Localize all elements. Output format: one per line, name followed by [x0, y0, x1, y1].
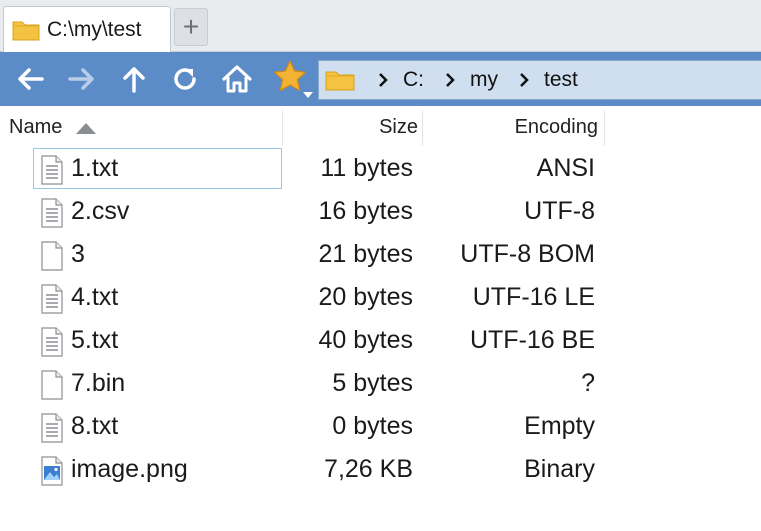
- back-button[interactable]: [12, 61, 48, 97]
- file-size: 21 bytes: [318, 240, 413, 268]
- file-name: 1.txt: [71, 154, 119, 182]
- file-size: 20 bytes: [318, 283, 413, 311]
- file-encoding: ANSI: [536, 154, 595, 182]
- text-file-icon: [41, 413, 63, 443]
- chevron-right-icon[interactable]: [375, 72, 391, 88]
- column-divider[interactable]: [604, 110, 605, 146]
- back-arrow-icon: [18, 68, 44, 90]
- column-header-encoding[interactable]: Encoding: [423, 106, 598, 148]
- file-encoding: ?: [581, 369, 595, 397]
- folder-icon: [12, 21, 40, 40]
- breadcrumb-test[interactable]: test: [544, 68, 578, 92]
- up-arrow-icon: [123, 67, 145, 93]
- file-name: 3: [71, 240, 85, 268]
- breadcrumb-my[interactable]: my: [470, 68, 498, 92]
- file-name: 5.txt: [71, 326, 119, 354]
- file-size: 40 bytes: [318, 326, 413, 354]
- column-header-size[interactable]: Size: [283, 106, 418, 148]
- file-encoding: Empty: [524, 412, 595, 440]
- chevron-right-icon[interactable]: [516, 72, 532, 88]
- text-file-icon: [41, 284, 63, 314]
- blank-file-icon: [41, 370, 63, 400]
- file-encoding: Binary: [524, 455, 595, 483]
- file-size: 16 bytes: [318, 197, 413, 225]
- file-list: 1.txt 11 bytes ANSI 2.csv 16 bytes UTF-8 3 21 b…: [0, 148, 761, 531]
- file-name: 2.csv: [71, 197, 130, 225]
- forward-arrow-icon: [68, 68, 94, 90]
- new-tab-button[interactable]: +: [174, 8, 208, 46]
- column-header-name[interactable]: Name: [9, 106, 279, 148]
- favorites-button[interactable]: [270, 60, 316, 98]
- file-name: 4.txt: [71, 283, 119, 311]
- column-encoding-label: Encoding: [514, 115, 598, 138]
- file-row[interactable]: 7.bin 5 bytes?: [0, 363, 761, 406]
- file-name: 7.bin: [71, 369, 126, 397]
- toolbar: C: my test: [0, 52, 761, 106]
- file-row[interactable]: 5.txt 40 bytes UTF-16 BE: [0, 320, 761, 363]
- file-row[interactable]: 2.csv 16 bytes UTF-8: [0, 191, 761, 234]
- image-file-icon: [41, 456, 63, 486]
- file-size: 0 bytes: [332, 412, 413, 440]
- file-encoding: UTF-8: [524, 197, 595, 225]
- up-button[interactable]: [116, 61, 152, 97]
- star-icon: [273, 60, 313, 98]
- breadcrumb-drive[interactable]: C:: [403, 68, 424, 92]
- file-encoding: UTF-16 LE: [472, 283, 595, 311]
- file-row[interactable]: image.png 7,26 KB Binary: [0, 449, 761, 492]
- column-headers: Name Size Encoding: [0, 106, 761, 148]
- text-file-icon: [41, 327, 63, 357]
- file-size: 11 bytes: [320, 154, 413, 182]
- tab-strip: C:\my\test +: [0, 0, 761, 52]
- file-name: 8.txt: [71, 412, 119, 440]
- tab-title: C:\my\test: [47, 17, 142, 41]
- home-button[interactable]: [219, 61, 255, 97]
- address-bar[interactable]: C: my test: [318, 60, 761, 100]
- file-row[interactable]: 3 21 bytes UTF-8 BOM: [0, 234, 761, 277]
- file-size: 5 bytes: [332, 369, 413, 397]
- file-row[interactable]: 8.txt 0 bytes Empty: [0, 406, 761, 449]
- column-name-label: Name: [9, 115, 63, 138]
- text-file-icon: [41, 155, 63, 185]
- folder-icon: [325, 71, 355, 91]
- refresh-icon: [174, 68, 196, 90]
- text-file-icon: [41, 198, 63, 228]
- home-icon: [222, 65, 252, 93]
- refresh-button[interactable]: [167, 61, 203, 97]
- sort-ascending-icon: [76, 122, 97, 134]
- file-name: image.png: [71, 455, 188, 483]
- blank-file-icon: [41, 241, 63, 271]
- chevron-right-icon[interactable]: [442, 72, 458, 88]
- forward-button[interactable]: [64, 61, 100, 97]
- file-row[interactable]: 4.txt 20 bytes UTF-16 LE: [0, 277, 761, 320]
- file-encoding: UTF-16 BE: [469, 326, 595, 354]
- tab-current-folder[interactable]: C:\my\test: [3, 6, 171, 52]
- file-row[interactable]: 1.txt 11 bytes ANSI: [0, 148, 761, 191]
- file-size: 7,26 KB: [324, 455, 413, 483]
- column-size-label: Size: [379, 115, 418, 138]
- file-encoding: UTF-8 BOM: [460, 240, 595, 268]
